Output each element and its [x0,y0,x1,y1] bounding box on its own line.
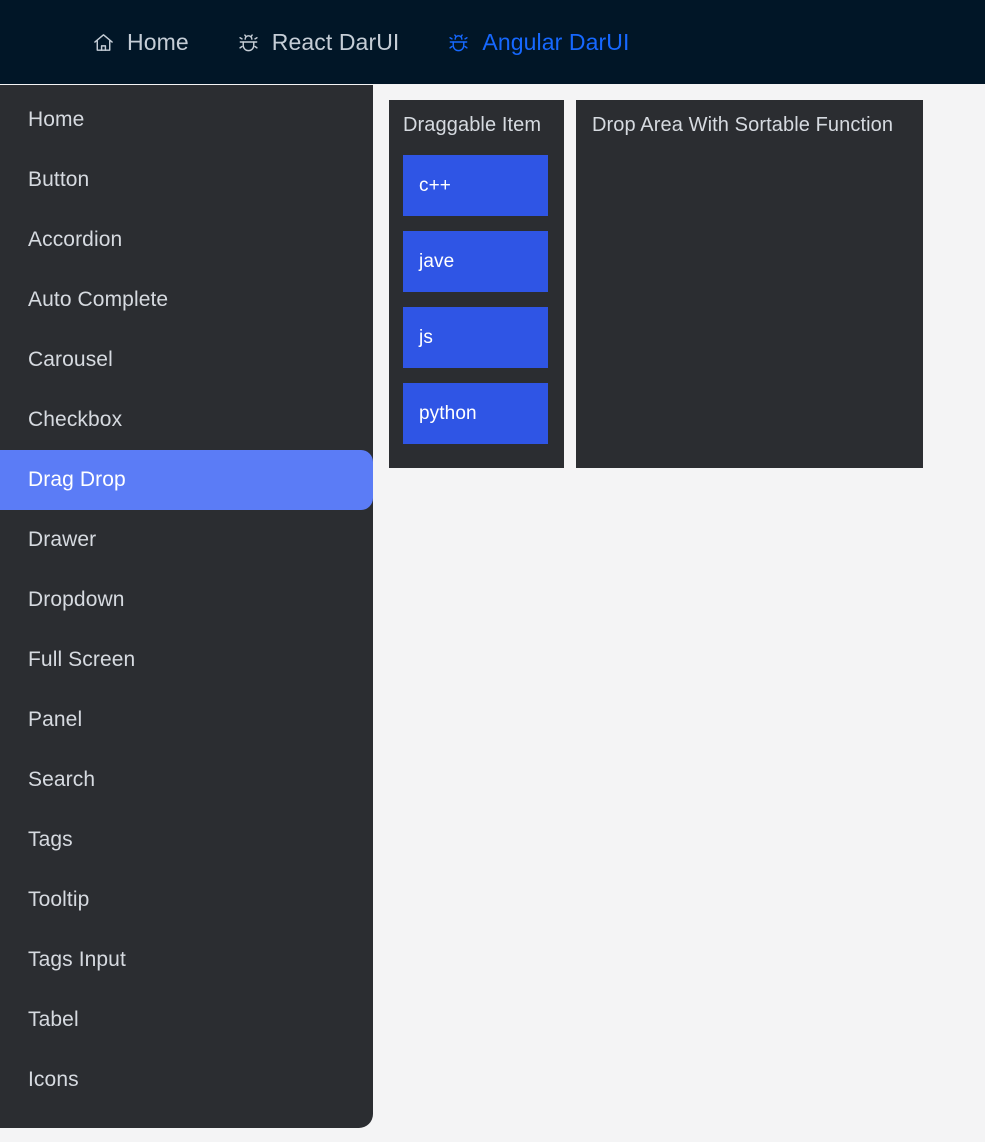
sidebar-item-tabel[interactable]: Tabel [0,990,373,1050]
draggable-panel-title: Draggable Item [403,114,542,136]
sidebar-item-home[interactable]: Home [0,90,373,150]
drop-area-title: Drop Area With Sortable Function [592,114,894,136]
bug-icon [447,31,470,54]
sidebar-item-full-screen[interactable]: Full Screen [0,630,373,690]
draggable-items-list: c++ jave js python [403,155,564,444]
nav-link-home[interactable]: Home [92,29,189,56]
nav-link-angular-darui-label: Angular DarUI [482,28,630,55]
sidebar-item-search[interactable]: Search [0,750,373,810]
main-content: Draggable Item c++ jave js python Drop A… [373,85,985,1142]
drag-drop-demo: Draggable Item c++ jave js python Drop A… [389,100,985,468]
draggable-item[interactable]: jave [403,231,548,292]
sidebar-item-tags-input[interactable]: Tags Input [0,930,373,990]
draggable-item[interactable]: c++ [403,155,548,216]
draggable-item[interactable]: python [403,383,548,444]
drop-area-panel[interactable]: Drop Area With Sortable Function [576,100,923,468]
sidebar-item-carousel[interactable]: Carousel [0,330,373,390]
sidebar-item-icons[interactable]: Icons [0,1050,373,1110]
drop-zone[interactable] [592,155,923,455]
sidebar-item-tags[interactable]: Tags [0,810,373,870]
sidebar-item-drawer[interactable]: Drawer [0,510,373,570]
sidebar-item-drag-drop[interactable]: Drag Drop [0,450,373,510]
nav-link-react-darui-label: React DarUI [271,28,400,55]
sidebar-item-accordion[interactable]: Accordion [0,210,373,270]
sidebar: Home Button Accordion Auto Complete Caro… [0,85,373,1128]
sidebar-item-checkbox[interactable]: Checkbox [0,390,373,450]
nav-link-angular-darui[interactable]: Angular DarUI [447,29,629,56]
sidebar-item-dropdown[interactable]: Dropdown [0,570,373,630]
draggable-item[interactable]: js [403,307,548,368]
home-icon [92,31,115,54]
draggable-items-panel: Draggable Item c++ jave js python [389,100,564,468]
nav-link-home-label: Home [127,28,189,55]
sidebar-item-button[interactable]: Button [0,150,373,210]
sidebar-item-auto-complete[interactable]: Auto Complete [0,270,373,330]
sidebar-item-tooltip[interactable]: Tooltip [0,870,373,930]
top-navbar: Home React DarUI Angular DarUI [0,0,985,84]
bug-icon [237,31,260,54]
sidebar-item-panel[interactable]: Panel [0,690,373,750]
nav-link-react-darui[interactable]: React DarUI [237,29,400,56]
